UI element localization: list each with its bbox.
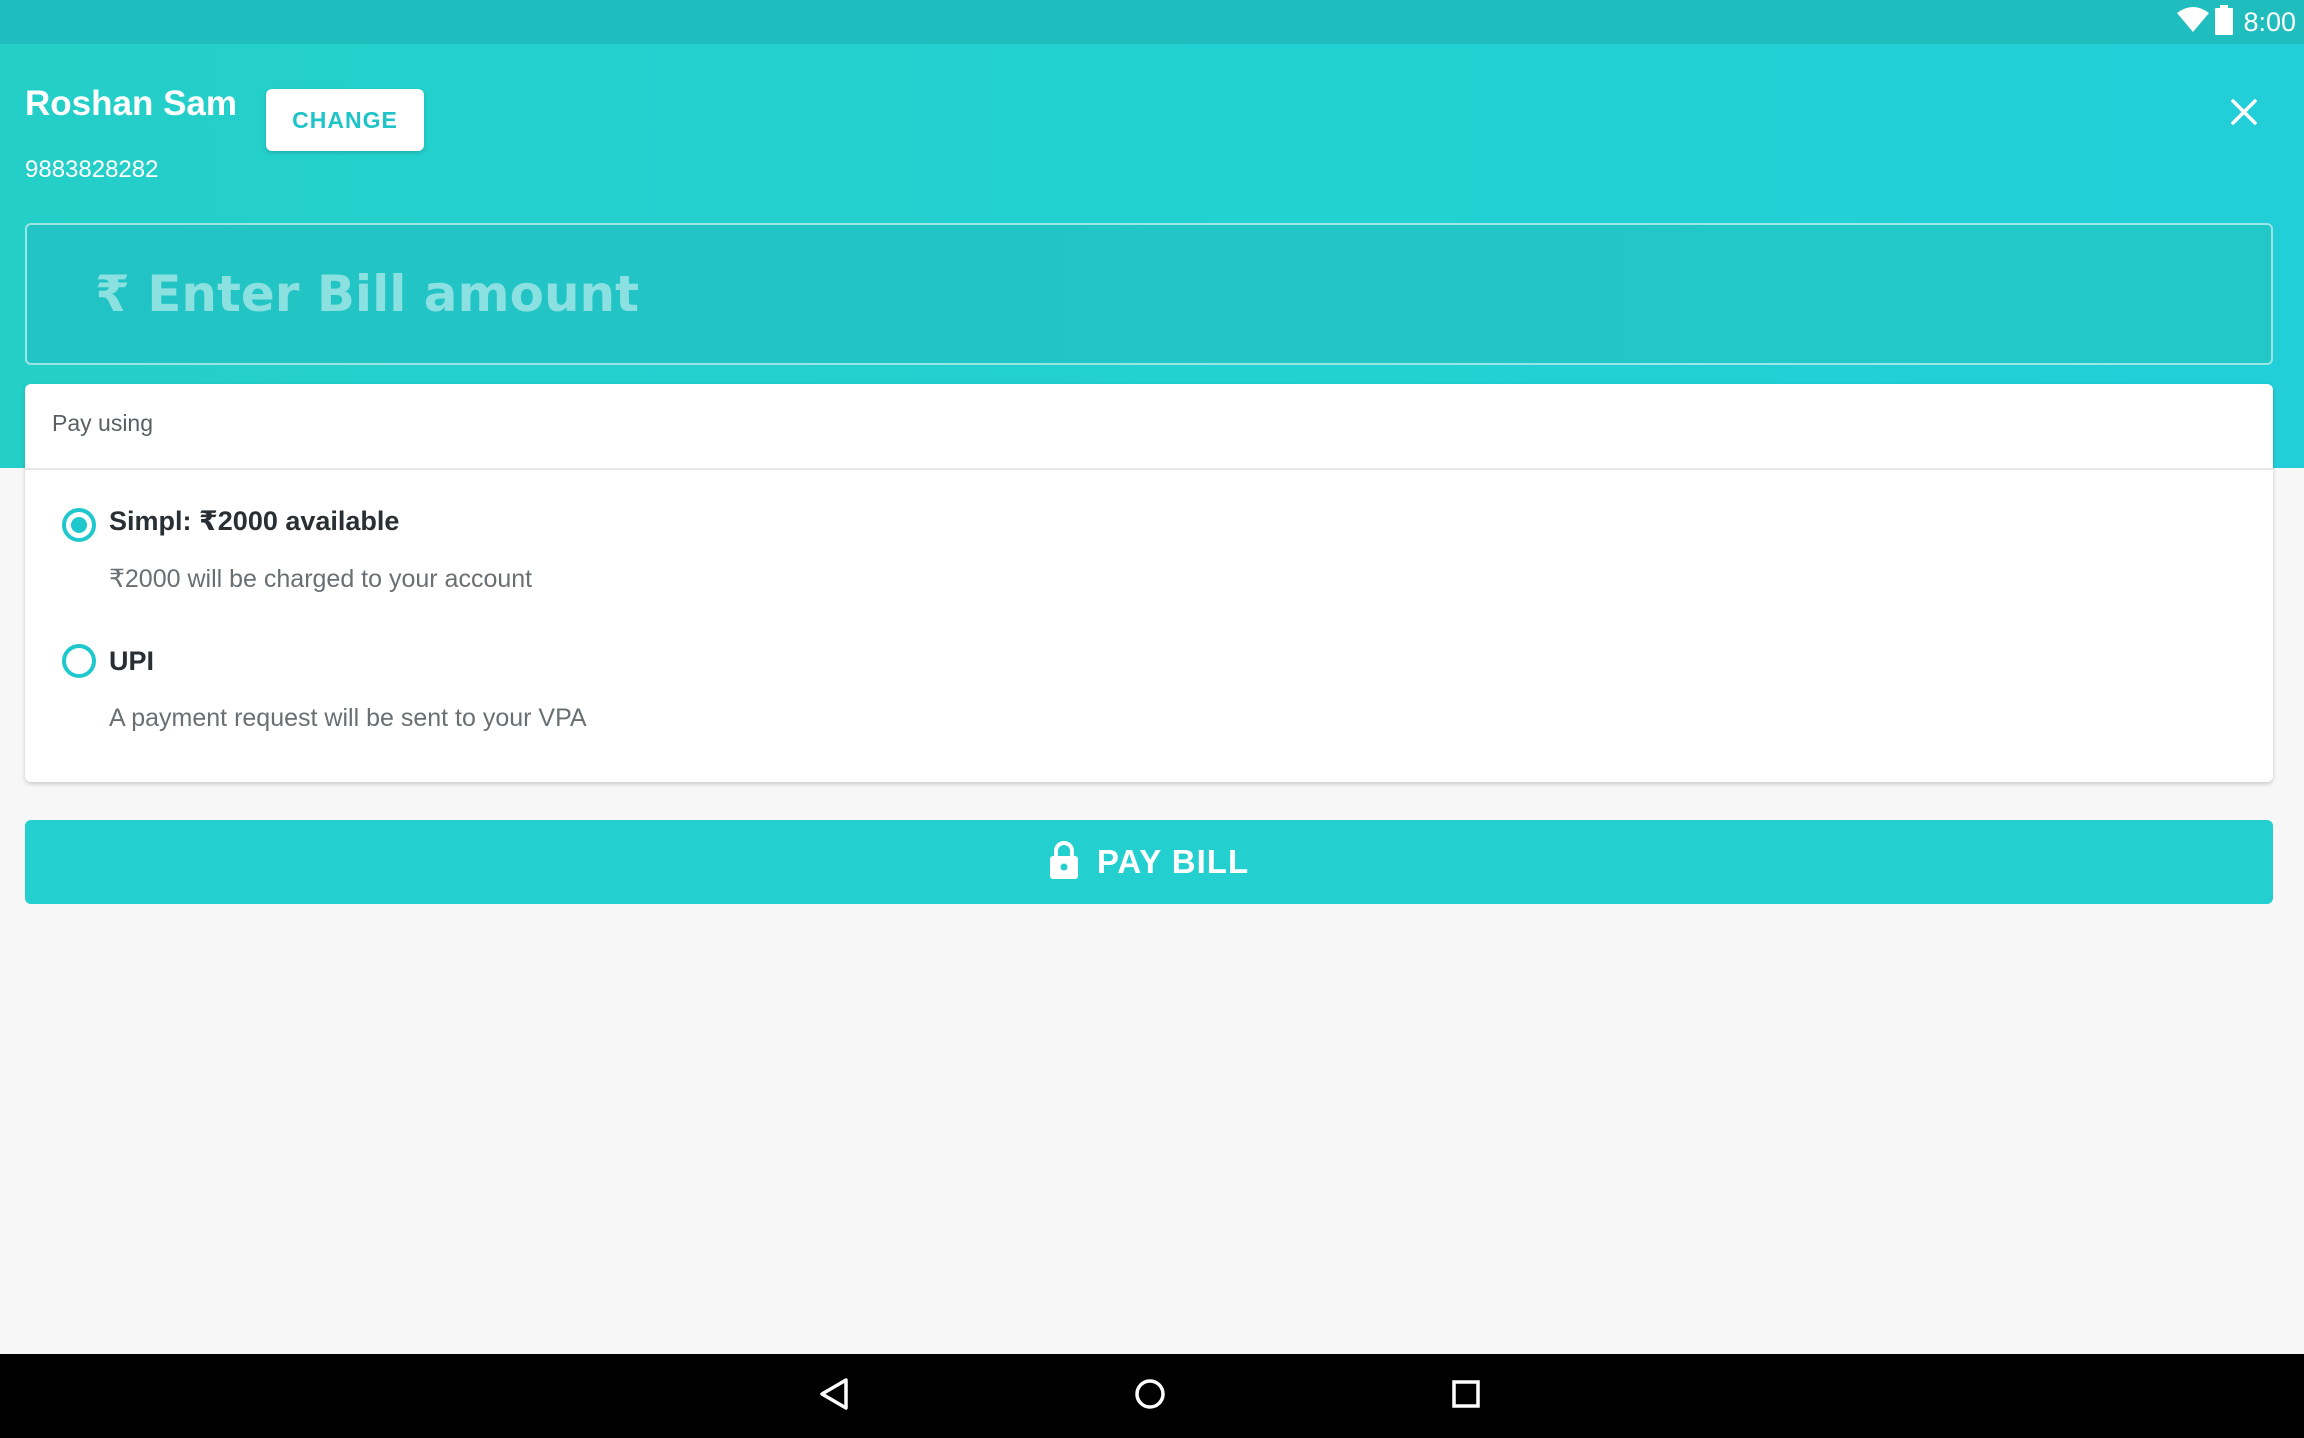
close-icon <box>2230 98 2258 131</box>
status-icons: 8:00 <box>2177 4 2296 40</box>
simpl-radio[interactable] <box>62 508 96 542</box>
status-bar: 8:00 <box>0 0 2304 44</box>
user-name: Roshan Sam <box>25 84 237 123</box>
pay-bill-label: PAY BILL <box>1096 843 1250 880</box>
navigation-bar <box>0 1354 2304 1438</box>
battery-icon <box>2215 4 2234 40</box>
upi-option-title[interactable]: UPI <box>109 646 154 677</box>
wifi-icon <box>2177 6 2210 38</box>
payment-method-card: Pay using Simpl: ₹2000 available ₹2000 w… <box>25 384 2273 782</box>
pay-bill-button[interactable]: PAY BILL <box>25 820 2273 904</box>
simpl-option-title[interactable]: Simpl: ₹2000 available <box>109 506 399 537</box>
recents-icon <box>1448 1376 1484 1417</box>
user-phone: 9883828282 <box>25 156 159 183</box>
close-button[interactable] <box>2224 94 2264 134</box>
change-button[interactable]: CHANGE <box>266 89 424 151</box>
pay-using-label: Pay using <box>52 410 154 436</box>
bill-amount-input[interactable] <box>93 264 2097 324</box>
back-button[interactable] <box>812 1374 856 1418</box>
upi-radio[interactable] <box>62 644 96 678</box>
home-icon <box>1132 1376 1168 1417</box>
divider <box>25 468 2273 470</box>
upi-option-description: A payment request will be sent to your V… <box>109 704 587 732</box>
lock-icon <box>1049 840 1079 884</box>
status-time: 8:00 <box>2243 6 2296 37</box>
home-button[interactable] <box>1128 1374 1172 1418</box>
bill-amount-field[interactable] <box>25 223 2273 365</box>
simpl-option-description: ₹2000 will be charged to your account <box>109 565 533 593</box>
recents-button[interactable] <box>1444 1374 1488 1418</box>
back-icon <box>816 1376 852 1417</box>
